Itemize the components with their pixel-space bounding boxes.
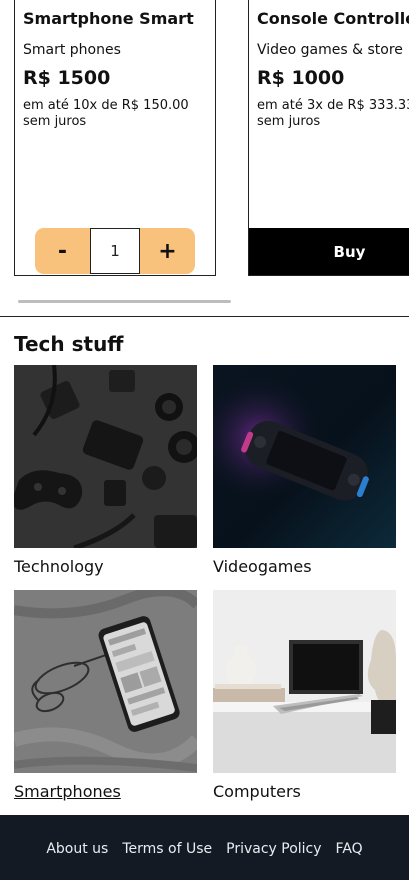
product-category: Smart phones	[23, 42, 121, 58]
page: Smartphone Smart Smart phones R$ 1500 em…	[0, 0, 409, 880]
footer-link-terms[interactable]: Terms of Use	[122, 841, 212, 857]
footer: About us Terms of Use Privacy Policy FAQ	[0, 815, 409, 880]
buy-button[interactable]: Buy	[249, 228, 409, 275]
category-tile-computers[interactable]: Computers	[213, 590, 396, 801]
footer-link-faq[interactable]: FAQ	[336, 841, 363, 857]
decrease-quantity-button[interactable]: -	[35, 228, 90, 274]
technology-image[interactable]	[14, 365, 197, 548]
computers-image[interactable]	[213, 590, 396, 773]
footer-link-privacy[interactable]: Privacy Policy	[226, 841, 321, 857]
product-price: R$ 1000	[257, 67, 345, 89]
quantity-stepper: - 1 +	[35, 228, 195, 274]
section-title: Tech stuff	[14, 332, 124, 356]
section-divider	[0, 316, 409, 317]
category-label[interactable]: Computers	[213, 782, 396, 801]
videogames-image[interactable]	[213, 365, 396, 548]
product-card[interactable]: Console Controller Video games & store R…	[248, 0, 409, 276]
product-installments: em até 3x de R$ 333.33 sem juros	[257, 98, 409, 129]
product-title[interactable]: Console Controller	[257, 9, 409, 28]
product-category: Video games & store	[257, 42, 403, 58]
quantity-value[interactable]: 1	[90, 228, 140, 274]
product-carousel[interactable]: Smartphone Smart Smart phones R$ 1500 em…	[0, 0, 409, 300]
category-label[interactable]: Videogames	[213, 557, 396, 576]
category-tile-technology[interactable]: Technology	[14, 365, 197, 576]
carousel-scrollbar[interactable]	[18, 300, 231, 303]
product-title[interactable]: Smartphone Smart	[23, 9, 194, 28]
category-tile-videogames[interactable]: Videogames	[213, 365, 396, 576]
category-tile-smartphones[interactable]: Smartphones	[14, 590, 197, 801]
product-installments: em até 10x de R$ 150.00 sem juros	[23, 98, 189, 129]
increase-quantity-button[interactable]: +	[140, 228, 195, 274]
category-label[interactable]: Technology	[14, 557, 197, 576]
footer-link-about[interactable]: About us	[46, 841, 108, 857]
product-price: R$ 1500	[23, 67, 111, 89]
product-card[interactable]: Smartphone Smart Smart phones R$ 1500 em…	[14, 0, 216, 276]
smartphones-image[interactable]	[14, 590, 197, 773]
category-label[interactable]: Smartphones	[14, 782, 197, 801]
